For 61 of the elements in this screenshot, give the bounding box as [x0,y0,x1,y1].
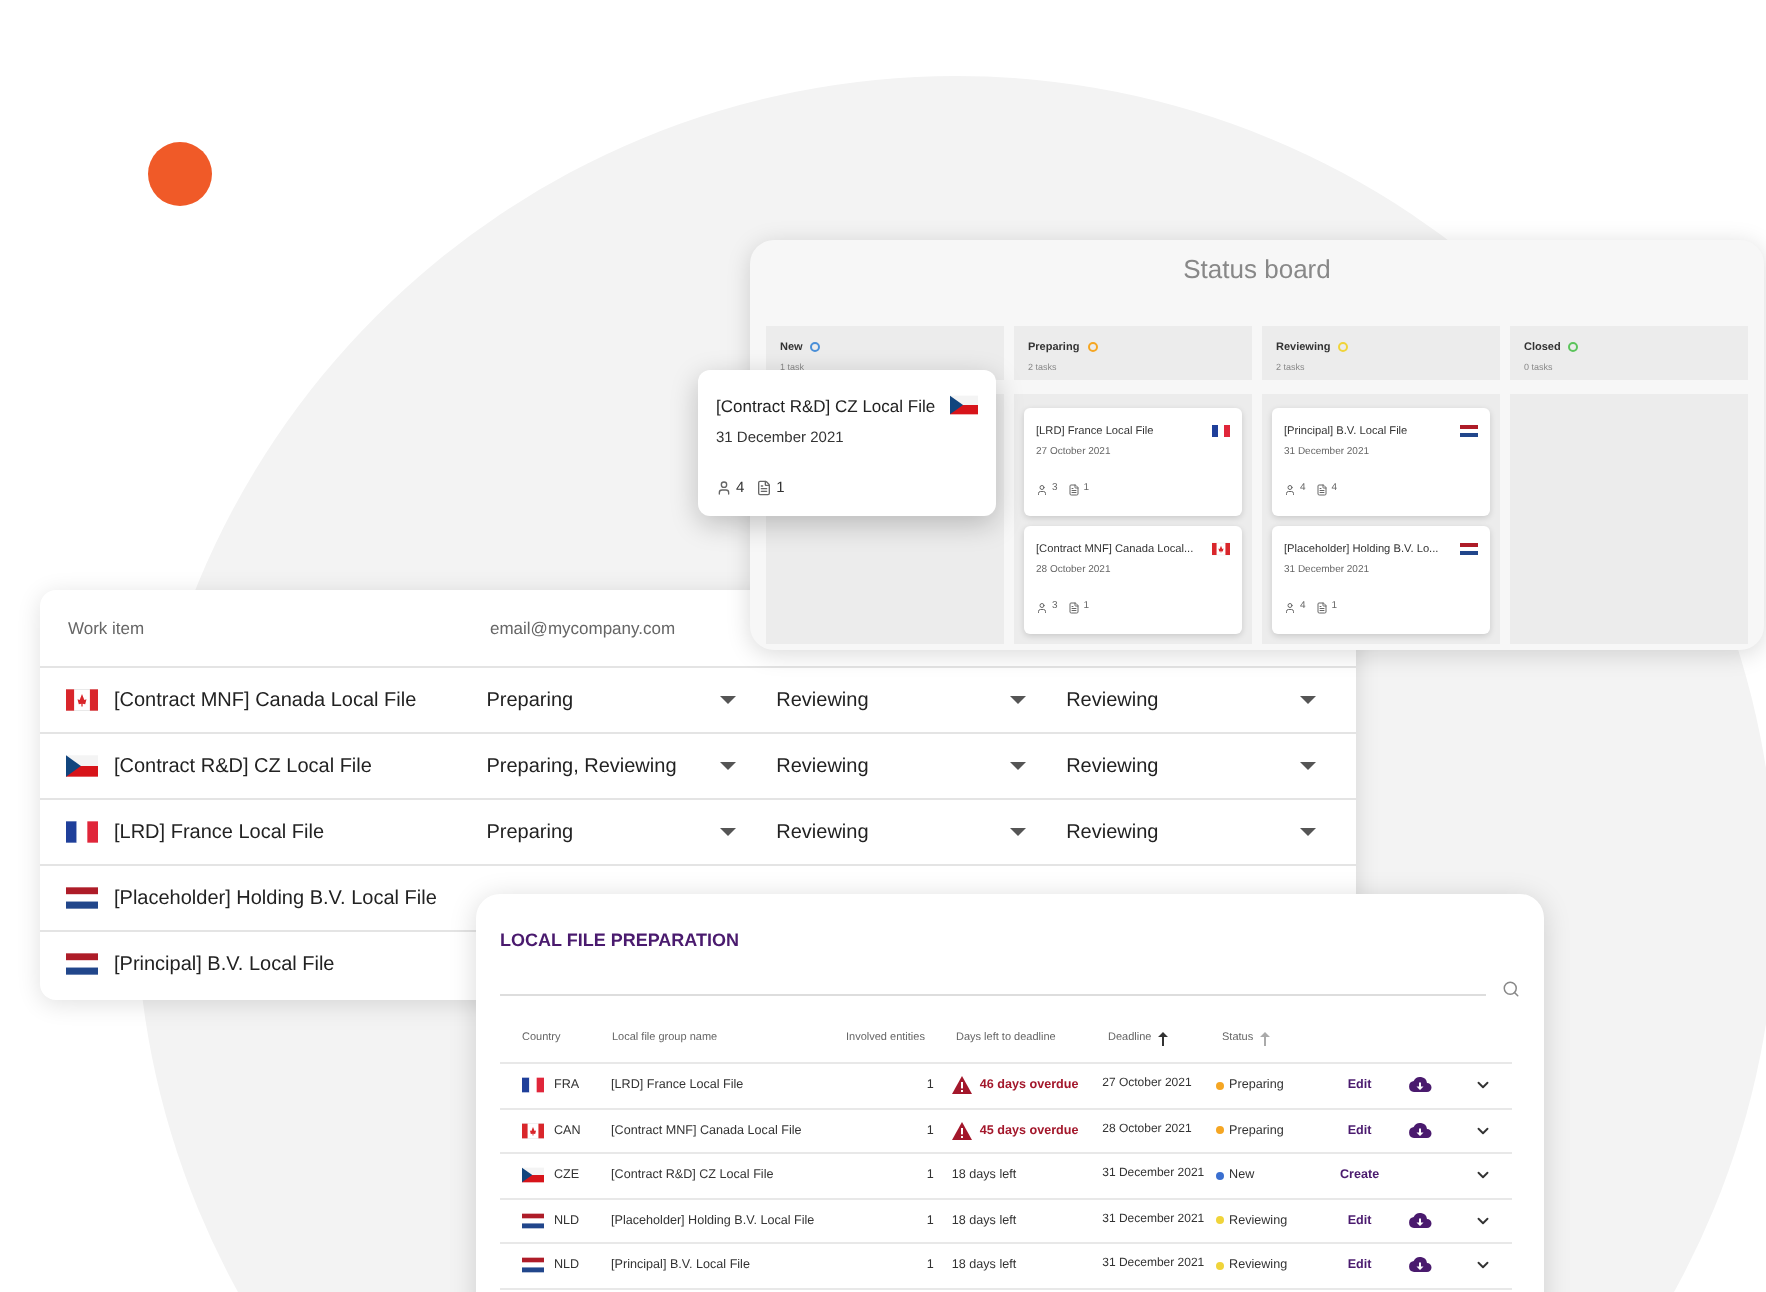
dropdown-caret-icon [1300,696,1317,704]
flag-icon [1212,541,1230,555]
flag-icon [66,886,98,910]
status-dropdown[interactable]: Preparing, Reviewing [486,734,777,798]
task-title: [Contract R&D] CZ Local File [716,394,936,420]
dropdown-caret-icon [720,696,737,704]
person-icon [1036,602,1048,615]
cloud-download-icon[interactable] [1408,1121,1433,1140]
dropdown-caret-icon [1300,828,1317,836]
work-item-name: [Contract R&D] CZ Local File [114,753,372,781]
flag-icon [66,754,98,778]
person-icon [1036,484,1048,497]
status-dropdown[interactable]: Reviewing [776,734,1067,798]
warning-icon [951,1121,972,1140]
flag-icon [522,1121,544,1140]
person-icon [716,479,732,496]
person-icon [1284,484,1296,497]
status-dropdown[interactable]: Reviewing [1066,800,1356,864]
flag-icon [1212,423,1230,437]
dropdown-caret-icon [720,828,737,836]
dropdown-caret-icon [720,762,737,770]
search-icon[interactable] [1502,980,1520,998]
cloud-download-icon[interactable] [1408,1211,1433,1230]
dropdown-caret-icon [1010,696,1027,704]
status-dropdown[interactable]: Reviewing [1066,734,1356,798]
cloud-download-icon[interactable] [1408,1076,1433,1095]
flag-icon [522,1256,544,1275]
work-item-name: [LRD] France Local File [114,819,325,847]
panel-title: LOCAL FILE PREPARATION [500,930,740,950]
status-dropdown[interactable]: Preparing [486,668,777,732]
column-header: Work item [66,615,147,641]
dropdown-caret-icon [1300,762,1317,770]
dropdown-caret-icon [1010,762,1027,770]
work-item-name: [Placeholder] Holding B.V. Local File [114,885,437,913]
flag-icon [66,688,98,712]
column-header: email@mycompany.com [490,615,676,641]
dropdown-caret-icon [1010,828,1027,836]
board-title: Status board [1183,252,1331,288]
flag-icon [1460,541,1478,555]
flag-icon [950,394,978,416]
flag-icon [522,1211,544,1230]
warning-icon [951,1076,972,1095]
status-dropdown[interactable]: Preparing [486,800,777,864]
document-icon [1067,602,1080,615]
flag-icon [66,820,98,844]
person-icon [1284,602,1296,615]
work-item-name: [Contract MNF] Canada Local File [114,687,417,715]
status-dropdown[interactable]: Reviewing [776,668,1067,732]
flag-icon [1460,423,1478,437]
work-item-name: [Principal] B.V. Local File [114,951,335,979]
flag-icon [522,1166,544,1185]
document-icon [1067,484,1080,497]
document-icon [1315,602,1328,615]
sort-arrow-icon[interactable] [1157,1031,1168,1045]
cloud-download-icon[interactable] [1408,1256,1433,1275]
document-icon [756,479,773,496]
status-dropdown[interactable]: Reviewing [1066,668,1356,732]
flag-icon [66,952,98,976]
status-dropdown[interactable]: Reviewing [776,800,1067,864]
document-icon [1315,484,1328,497]
flag-icon [522,1076,544,1095]
